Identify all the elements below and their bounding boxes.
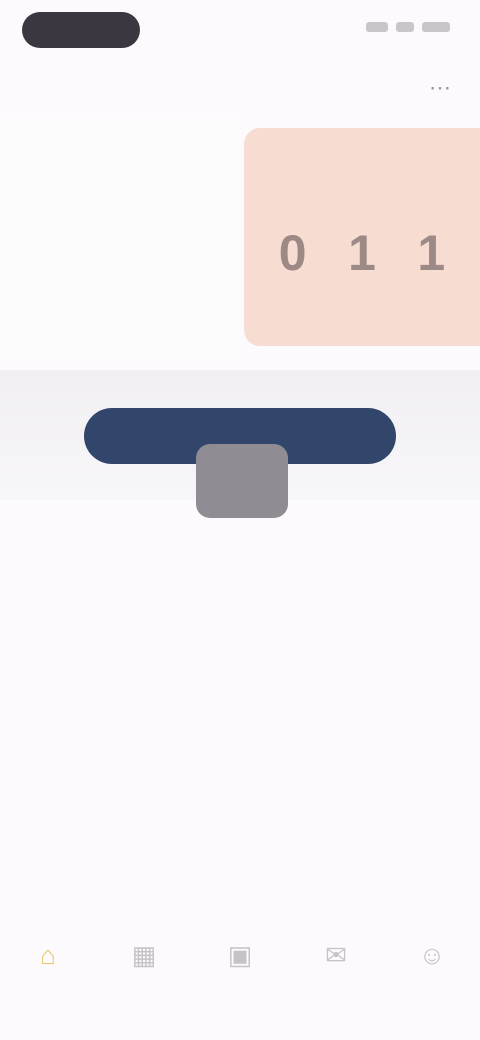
user-icon: ☺ xyxy=(418,940,446,970)
timer-digits: 0 1 1 xyxy=(244,224,480,282)
tab-user[interactable]: ☺ xyxy=(392,930,472,980)
tab-grid[interactable]: ▦ xyxy=(104,930,184,980)
timer-panel: 0 1 1 xyxy=(244,128,480,346)
status-icons xyxy=(366,22,450,32)
loading-toast xyxy=(196,444,288,518)
tab-message[interactable]: ✉ xyxy=(296,930,376,980)
grid-icon: ▦ xyxy=(131,940,157,970)
timer-digit: 1 xyxy=(417,225,446,281)
timer-digit: 0 xyxy=(278,225,307,281)
tab-home[interactable]: ⌂ xyxy=(8,930,88,980)
status-bar xyxy=(0,0,480,64)
message-icon: ✉ xyxy=(325,940,347,970)
battery-icon xyxy=(422,22,450,32)
wifi-icon xyxy=(396,22,414,32)
signal-icon xyxy=(366,22,388,32)
home-icon: ⌂ xyxy=(40,940,56,970)
timer-digit: 1 xyxy=(348,225,376,281)
calendar-icon: ▣ xyxy=(227,940,253,970)
more-icon[interactable]: ⋯ xyxy=(426,74,454,102)
page-header: ⋯ xyxy=(0,64,480,114)
status-time-pill xyxy=(22,12,140,48)
tab-calendar[interactable]: ▣ xyxy=(200,930,280,980)
bottom-tab-bar: ⌂ ▦ ▣ ✉ ☺ xyxy=(0,930,480,1040)
info-panel xyxy=(0,118,240,358)
